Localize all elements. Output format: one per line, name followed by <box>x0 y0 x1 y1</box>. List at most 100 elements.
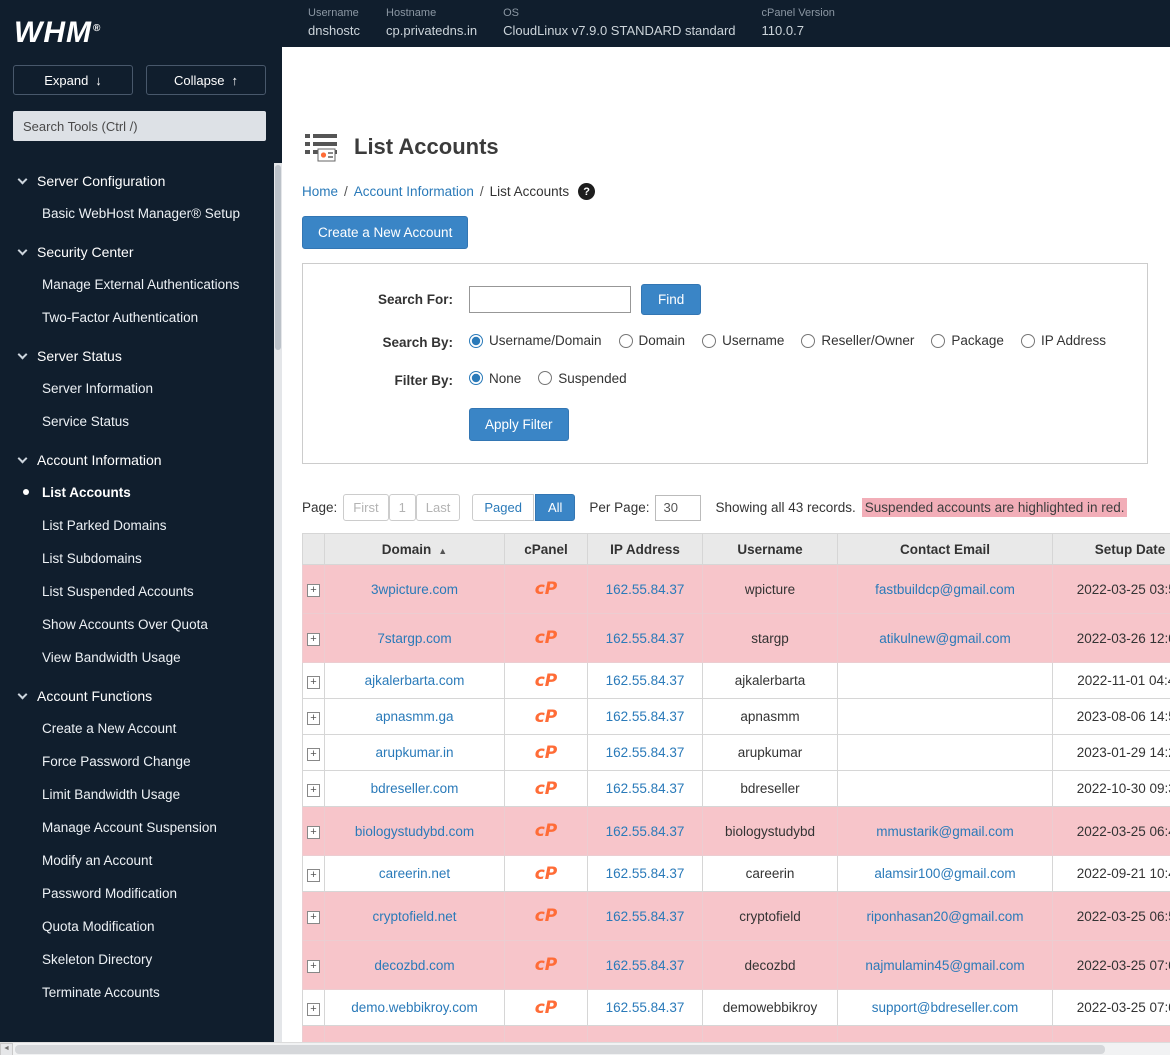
cpanel-logo-icon[interactable]: cP <box>535 998 558 1018</box>
expand-row-icon[interactable]: + <box>307 1003 320 1016</box>
sidebar-item-list-parked-domains[interactable]: List Parked Domains <box>0 509 282 542</box>
domain-link[interactable]: cryptofield.net <box>372 909 456 924</box>
cpanel-logo-icon[interactable]: cP <box>535 955 558 975</box>
radio-searchby-username[interactable]: Username <box>702 333 784 348</box>
sidebar-item-service-status[interactable]: Service Status <box>0 405 282 438</box>
expand-row-icon[interactable]: + <box>307 633 320 646</box>
paged-mode-button[interactable]: Paged <box>472 494 534 521</box>
ip-address-link[interactable]: 162.55.84.37 <box>606 631 685 646</box>
nav-section-security-center[interactable]: Security Center <box>0 236 282 268</box>
sidebar-item-view-bandwidth-usage[interactable]: View Bandwidth Usage <box>0 641 282 674</box>
sidebar-item-modify-an-account[interactable]: Modify an Account <box>0 844 282 877</box>
radio-input-package[interactable] <box>931 334 945 348</box>
domain-link[interactable]: decozbd.com <box>374 958 454 973</box>
column-header-cpanel[interactable]: cPanel <box>505 534 588 565</box>
ip-address-link[interactable]: 162.55.84.37 <box>606 824 685 839</box>
domain-link[interactable]: biologystudybd.com <box>355 824 474 839</box>
page-button-first[interactable]: First <box>343 494 388 521</box>
sidebar-item-create-a-new-account[interactable]: Create a New Account <box>0 712 282 745</box>
scroll-left-icon[interactable]: ◄ <box>0 1043 13 1055</box>
domain-link[interactable]: arupkumar.in <box>375 745 453 760</box>
horizontal-scrollbar-thumb[interactable] <box>15 1045 1105 1054</box>
column-header-setup-date[interactable]: Setup Date <box>1053 534 1170 565</box>
page-button-last[interactable]: Last <box>416 494 461 521</box>
domain-link[interactable]: bdreseller.com <box>371 781 459 796</box>
contact-email-link[interactable]: fastbuildcp@gmail.com <box>875 582 1015 597</box>
expand-row-icon[interactable]: + <box>307 584 320 597</box>
expand-button[interactable]: Expand ↓ <box>13 65 133 95</box>
radio-filterby-suspended[interactable]: Suspended <box>538 371 626 386</box>
ip-address-link[interactable]: 162.55.84.37 <box>606 909 685 924</box>
ip-address-link[interactable]: 162.55.84.37 <box>606 709 685 724</box>
sidebar-item-limit-bandwidth-usage[interactable]: Limit Bandwidth Usage <box>0 778 282 811</box>
nav-section-account-functions[interactable]: Account Functions <box>0 680 282 712</box>
domain-link[interactable]: 7stargp.com <box>377 631 451 646</box>
radio-input-username[interactable] <box>702 334 716 348</box>
sidebar-item-force-password-change[interactable]: Force Password Change <box>0 745 282 778</box>
column-header-domain[interactable]: Domain▲ <box>325 534 505 565</box>
sidebar-scrollbar-thumb[interactable] <box>275 165 281 350</box>
contact-email-link[interactable]: najmulamin45@gmail.com <box>865 958 1024 973</box>
ip-address-link[interactable]: 162.55.84.37 <box>606 1000 685 1015</box>
cpanel-logo-icon[interactable]: cP <box>535 906 558 926</box>
all-mode-button[interactable]: All <box>535 494 575 521</box>
ip-address-link[interactable]: 162.55.84.37 <box>606 958 685 973</box>
cpanel-logo-icon[interactable]: cP <box>535 779 558 799</box>
domain-link[interactable]: careerin.net <box>379 866 450 881</box>
cpanel-logo-icon[interactable]: cP <box>535 743 558 763</box>
expand-row-icon[interactable]: + <box>307 676 320 689</box>
expand-row-icon[interactable]: + <box>307 960 320 973</box>
expand-row-icon[interactable]: + <box>307 869 320 882</box>
column-header-ip-address[interactable]: IP Address <box>588 534 703 565</box>
sidebar-item-quota-modification[interactable]: Quota Modification <box>0 910 282 943</box>
sidebar-item-list-suspended-accounts[interactable]: List Suspended Accounts <box>0 575 282 608</box>
radio-searchby-ip-address[interactable]: IP Address <box>1021 333 1106 348</box>
per-page-input[interactable] <box>655 495 701 521</box>
radio-input-username-domain[interactable] <box>469 334 483 348</box>
radio-searchby-package[interactable]: Package <box>931 333 1004 348</box>
expand-row-icon[interactable]: + <box>307 784 320 797</box>
cpanel-logo-icon[interactable]: cP <box>535 821 558 841</box>
breadcrumb-home[interactable]: Home <box>302 184 338 199</box>
sidebar-item-basic-webhost-manager-setup[interactable]: Basic WebHost Manager® Setup <box>0 197 282 230</box>
expand-row-icon[interactable]: + <box>307 911 320 924</box>
sidebar-item-show-accounts-over-quota[interactable]: Show Accounts Over Quota <box>0 608 282 641</box>
domain-link[interactable]: demo.webbikroy.com <box>351 1000 478 1015</box>
cpanel-logo-icon[interactable]: cP <box>535 628 558 648</box>
cpanel-logo-icon[interactable]: cP <box>535 579 558 599</box>
ip-address-link[interactable]: 162.55.84.37 <box>606 745 685 760</box>
domain-link[interactable]: apnasmm.ga <box>375 709 453 724</box>
nav-section-server-configuration[interactable]: Server Configuration <box>0 165 282 197</box>
column-header-username[interactable]: Username <box>703 534 838 565</box>
apply-filter-button[interactable]: Apply Filter <box>469 408 569 441</box>
find-button[interactable]: Find <box>641 284 701 315</box>
cpanel-logo-icon[interactable]: cP <box>535 671 558 691</box>
ip-address-link[interactable]: 162.55.84.37 <box>606 866 685 881</box>
sidebar-item-two-factor-authentication[interactable]: Two-Factor Authentication <box>0 301 282 334</box>
radio-input-suspended[interactable] <box>538 371 552 385</box>
ip-address-link[interactable]: 162.55.84.37 <box>606 582 685 597</box>
radio-input-ip-address[interactable] <box>1021 334 1035 348</box>
contact-email-link[interactable]: riponhasan20@gmail.com <box>866 909 1023 924</box>
radio-searchby-domain[interactable]: Domain <box>619 333 686 348</box>
nav-section-server-status[interactable]: Server Status <box>0 340 282 372</box>
column-header-contact-email[interactable]: Contact Email <box>838 534 1053 565</box>
cpanel-logo-icon[interactable]: cP <box>535 864 558 884</box>
expand-row-icon[interactable]: + <box>307 826 320 839</box>
search-for-input[interactable] <box>469 286 631 313</box>
cpanel-logo-icon[interactable]: cP <box>535 707 558 727</box>
sidebar-item-terminate-accounts[interactable]: Terminate Accounts <box>0 976 282 1009</box>
expand-row-icon[interactable]: + <box>307 712 320 725</box>
help-icon[interactable]: ? <box>578 183 595 200</box>
collapse-button[interactable]: Collapse ↑ <box>146 65 266 95</box>
contact-email-link[interactable]: mmustarik@gmail.com <box>876 824 1013 839</box>
sidebar-scrollbar[interactable] <box>274 163 282 1042</box>
domain-link[interactable]: ajkalerbarta.com <box>365 673 465 688</box>
contact-email-link[interactable]: atikulnew@gmail.com <box>879 631 1011 646</box>
domain-link[interactable]: 3wpicture.com <box>371 582 458 597</box>
page-button-1[interactable]: 1 <box>389 494 416 521</box>
expand-row-icon[interactable]: + <box>307 748 320 761</box>
breadcrumb-account-information[interactable]: Account Information <box>354 184 474 199</box>
sidebar-item-server-information[interactable]: Server Information <box>0 372 282 405</box>
radio-input-domain[interactable] <box>619 334 633 348</box>
